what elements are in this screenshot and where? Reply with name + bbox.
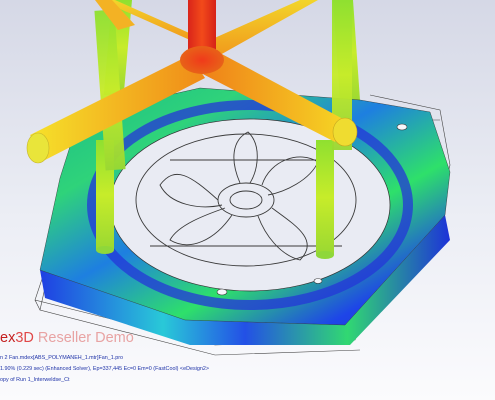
brand-part2: 3D bbox=[15, 330, 34, 346]
brand-part3: Reseller Demo bbox=[33, 330, 134, 346]
software-watermark: ex3D Reseller Demo bbox=[0, 330, 134, 346]
status-line-2: 1.90% (0.229 sec) (Enhanced Solver), Ep=… bbox=[0, 366, 210, 372]
status-line-3: opy of Run 1_Interweldse_Ct bbox=[0, 377, 70, 383]
status-line-1: n 2 Fan.mdex[ABS_POLYMANEH_1.mtr]Fan_1.p… bbox=[0, 355, 124, 361]
brand-part1: ex bbox=[0, 330, 16, 346]
3d-viewport[interactable]: ex3D Reseller Demo n 2 Fan.mdex[ABS_POLY… bbox=[0, 0, 495, 400]
